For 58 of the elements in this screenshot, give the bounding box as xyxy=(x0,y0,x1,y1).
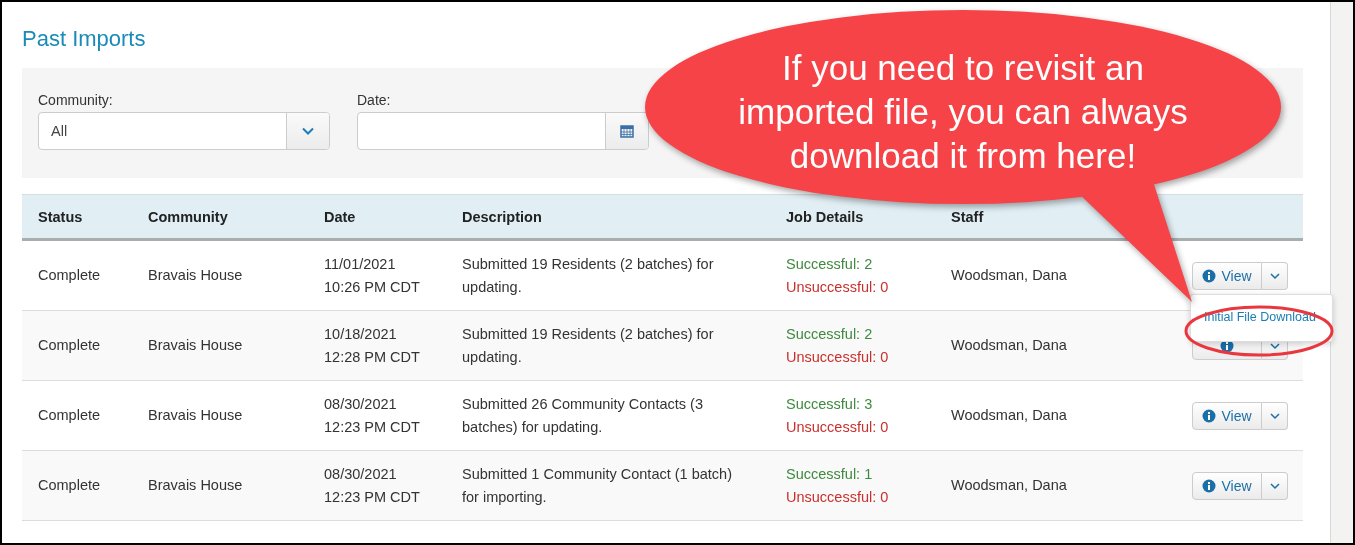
failure-count: Unsuccessful: 0 xyxy=(786,277,889,297)
community-select[interactable]: All xyxy=(38,112,330,150)
page-title: Past Imports xyxy=(22,26,147,52)
table-cell-text: Bravais House xyxy=(147,476,244,495)
date-field[interactable] xyxy=(357,112,649,150)
failure-count: Unsuccessful: 0 xyxy=(786,347,889,367)
failure-count: Unsuccessful: 0 xyxy=(786,417,889,437)
success-count: Successful: 3 xyxy=(786,394,873,414)
column-header: Date xyxy=(323,208,357,225)
info-icon xyxy=(1202,478,1217,493)
column-header: Status xyxy=(37,208,84,225)
time-text: 12:23 PM CDT xyxy=(324,487,420,507)
failure-count: Unsuccessful: 0 xyxy=(786,487,889,507)
time-text: 10:26 PM CDT xyxy=(324,277,420,297)
table-cell-text: Woodsman, Dana xyxy=(950,336,1068,355)
table-cell-text: Woodsman, Dana xyxy=(950,266,1068,285)
dropdown-toggle[interactable] xyxy=(1262,261,1288,290)
dropdown-toggle[interactable] xyxy=(1262,471,1288,500)
date-text: 08/30/2021 xyxy=(324,394,397,414)
view-button[interactable]: View xyxy=(1192,401,1262,430)
caret-icon xyxy=(1269,481,1280,490)
table-cell-text: Submitted 26 Community Contacts (3 batches) for updating. xyxy=(461,394,704,437)
table-cell-text: Complete xyxy=(37,476,102,495)
time-text: 12:23 PM CDT xyxy=(324,417,420,437)
field-label: Community: xyxy=(38,92,114,108)
view-button[interactable]: View xyxy=(1192,261,1262,290)
success-count: Successful: 1 xyxy=(786,464,873,484)
field-label: Date: xyxy=(357,92,392,108)
table-cell-text: Bravais House xyxy=(147,266,244,285)
caret-icon xyxy=(1269,341,1280,350)
success-count: Successful: 2 xyxy=(786,324,873,344)
caret-icon xyxy=(1269,271,1280,280)
table-cell-text: Woodsman, Dana xyxy=(950,476,1068,495)
column-header: Staff xyxy=(950,208,985,225)
table-cell-text: Complete xyxy=(37,336,102,355)
info-icon xyxy=(1202,408,1217,423)
dropdown-toggle[interactable] xyxy=(1262,401,1288,430)
date-text: 10/18/2021 xyxy=(324,324,397,344)
callout-text: If you need to revisit an imported file, you can always download it from here! xyxy=(737,47,1189,177)
table-cell-text: Complete xyxy=(37,406,102,425)
time-text: 12:28 PM CDT xyxy=(324,347,420,367)
table-cell-text: Submitted 19 Residents (2 batches) for updating. xyxy=(461,254,715,297)
view-button[interactable]: View xyxy=(1192,471,1262,500)
date-text: 08/30/2021 xyxy=(324,464,397,484)
calendar-icon xyxy=(619,123,635,139)
info-icon xyxy=(1202,268,1217,283)
table-cell-text: Complete xyxy=(37,266,102,285)
table-cell-text: Submitted 1 Community Contact (1 batch) for importing. xyxy=(461,464,733,507)
column-header: Job Details xyxy=(785,208,865,225)
column-header: Description xyxy=(461,208,543,225)
table-cell-text: Bravais House xyxy=(147,406,244,425)
column-header: Community xyxy=(147,208,229,225)
table-cell-text: Woodsman, Dana xyxy=(950,406,1068,425)
table-cell-text: Submitted 19 Residents (2 batches) for updating. xyxy=(461,324,715,367)
table-cell-text: Bravais House xyxy=(147,336,244,355)
success-count: Successful: 2 xyxy=(786,254,873,274)
caret-icon xyxy=(1269,411,1280,420)
date-text: 11/01/2021 xyxy=(324,254,396,274)
